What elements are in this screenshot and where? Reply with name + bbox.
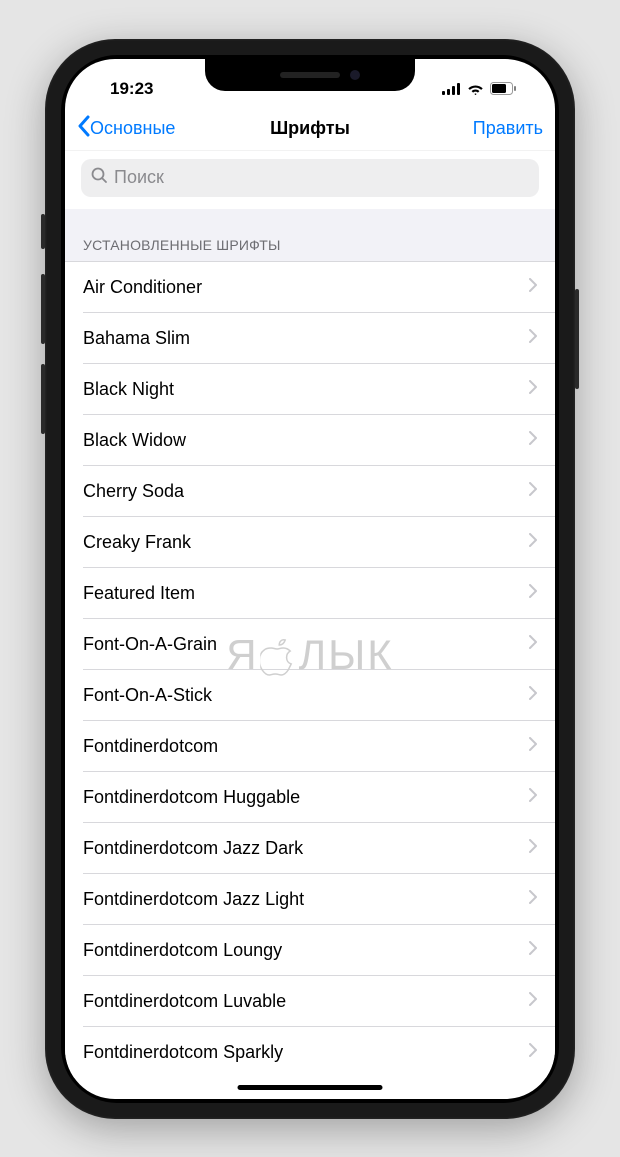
- screen: 19:23 Ос: [65, 59, 555, 1099]
- chevron-right-icon: [529, 788, 537, 807]
- volume-up-button: [41, 274, 45, 344]
- list-item[interactable]: Font-On-A-Grain: [65, 619, 555, 670]
- phone-frame: 19:23 Ос: [45, 39, 575, 1119]
- list-item-label: Black Night: [83, 379, 174, 400]
- search-container: Поиск: [65, 151, 555, 209]
- chevron-right-icon: [529, 890, 537, 909]
- list-item[interactable]: Fontdinerdotcom Sparkly: [65, 1027, 555, 1078]
- search-placeholder: Поиск: [114, 167, 164, 188]
- list-item[interactable]: Fontdinerdotcom Luvable: [65, 976, 555, 1027]
- list-item-label: Bahama Slim: [83, 328, 190, 349]
- list-item-label: Fontdinerdotcom Luvable: [83, 991, 286, 1012]
- chevron-right-icon: [529, 941, 537, 960]
- search-icon: [91, 167, 108, 189]
- list-item[interactable]: Fontdinerdotcom Jazz Light: [65, 874, 555, 925]
- chevron-right-icon: [529, 380, 537, 399]
- cellular-signal-icon: [442, 83, 461, 95]
- power-button: [575, 289, 579, 389]
- list-item-label: Fontdinerdotcom Jazz Light: [83, 889, 304, 910]
- scroll-area[interactable]: Поиск УСТАНОВЛЕННЫЕ ШРИФТЫ Air Condition…: [65, 151, 555, 1099]
- notch-camera: [350, 70, 360, 80]
- chevron-right-icon: [529, 533, 537, 552]
- volume-down-button: [41, 364, 45, 434]
- list-item-label: Cherry Soda: [83, 481, 184, 502]
- list-item-label: Font-On-A-Grain: [83, 634, 217, 655]
- chevron-left-icon: [77, 115, 90, 142]
- list-item[interactable]: Creaky Frank: [65, 517, 555, 568]
- back-button-label: Основные: [90, 118, 175, 139]
- chevron-right-icon: [529, 278, 537, 297]
- list-item-label: Fontdinerdotcom Sparkly: [83, 1042, 283, 1063]
- list-item-label: Fontdinerdotcom: [83, 736, 218, 757]
- chevron-right-icon: [529, 431, 537, 450]
- phone-inner: 19:23 Ос: [61, 55, 559, 1103]
- home-indicator[interactable]: [238, 1085, 383, 1090]
- list-item[interactable]: Black Widow: [65, 415, 555, 466]
- list-item-label: Air Conditioner: [83, 277, 202, 298]
- battery-icon: [490, 82, 517, 95]
- notch: [205, 59, 415, 91]
- list-item[interactable]: Fontdinerdotcom Huggable: [65, 772, 555, 823]
- list-item[interactable]: Cherry Soda: [65, 466, 555, 517]
- list-item-label: Fontdinerdotcom Jazz Dark: [83, 838, 303, 859]
- chevron-right-icon: [529, 839, 537, 858]
- list-item-label: Featured Item: [83, 583, 195, 604]
- navigation-bar: Основные Шрифты Править: [65, 107, 555, 151]
- chevron-right-icon: [529, 482, 537, 501]
- chevron-right-icon: [529, 1043, 537, 1062]
- list-item-label: Black Widow: [83, 430, 186, 451]
- list-item[interactable]: Featured Item: [65, 568, 555, 619]
- font-list: Air Conditioner Bahama Slim Black Night …: [65, 262, 555, 1078]
- list-item[interactable]: Fontdinerdotcom: [65, 721, 555, 772]
- section-header: УСТАНОВЛЕННЫЕ ШРИФТЫ: [65, 209, 555, 262]
- list-item[interactable]: Air Conditioner: [65, 262, 555, 313]
- list-item-label: Creaky Frank: [83, 532, 191, 553]
- status-right: [442, 82, 517, 95]
- page-title: Шрифты: [270, 118, 350, 139]
- chevron-right-icon: [529, 635, 537, 654]
- list-item[interactable]: Bahama Slim: [65, 313, 555, 364]
- chevron-right-icon: [529, 686, 537, 705]
- edit-button[interactable]: Править: [473, 118, 543, 139]
- list-item-label: Fontdinerdotcom Loungy: [83, 940, 282, 961]
- wifi-icon: [467, 83, 484, 95]
- chevron-right-icon: [529, 329, 537, 348]
- back-button[interactable]: Основные: [77, 115, 175, 142]
- list-item-label: Font-On-A-Stick: [83, 685, 212, 706]
- list-item[interactable]: Black Night: [65, 364, 555, 415]
- mute-switch: [41, 214, 45, 249]
- list-item-label: Fontdinerdotcom Huggable: [83, 787, 300, 808]
- list-item[interactable]: Fontdinerdotcom Jazz Dark: [65, 823, 555, 874]
- chevron-right-icon: [529, 737, 537, 756]
- search-input[interactable]: Поиск: [81, 159, 539, 197]
- status-time: 19:23: [110, 79, 153, 99]
- list-item[interactable]: Font-On-A-Stick: [65, 670, 555, 721]
- notch-speaker: [280, 72, 340, 78]
- list-item[interactable]: Fontdinerdotcom Loungy: [65, 925, 555, 976]
- chevron-right-icon: [529, 992, 537, 1011]
- chevron-right-icon: [529, 584, 537, 603]
